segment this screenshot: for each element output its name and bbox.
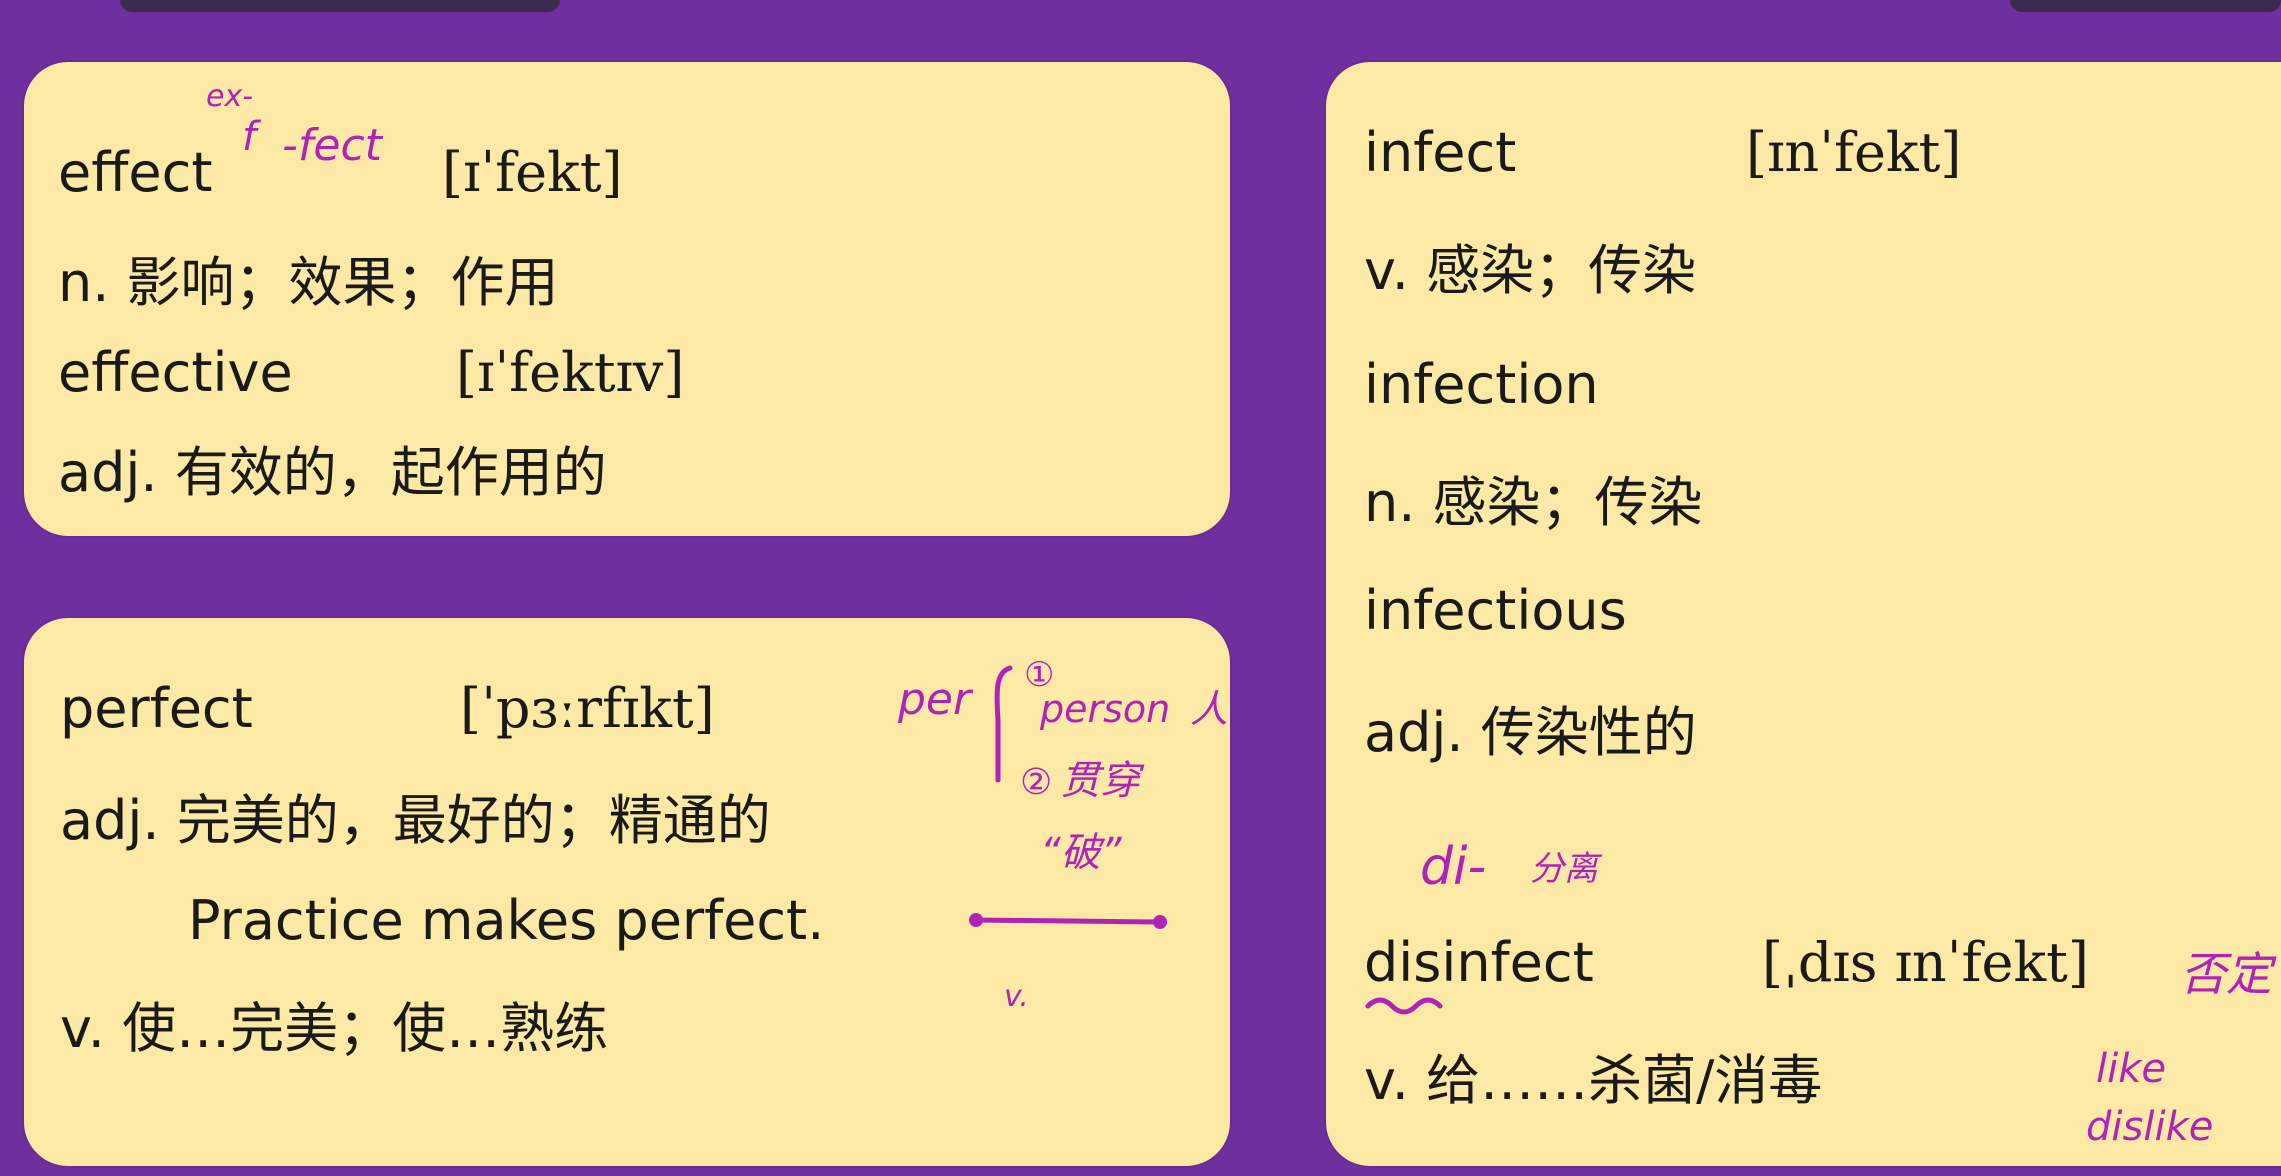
meaning-perfect-adj: adj. 完美的，最好的；精通的	[60, 789, 771, 852]
meaning-disinfect: v. 给……杀菌/消毒	[1364, 1049, 1823, 1112]
card-effect: effect [ɪˈfekt] n. 影响；效果；作用 effective [ɪ…	[24, 62, 1230, 536]
meaning-infection: n. 感染；传染	[1364, 471, 1703, 534]
card-infect: infect [ɪnˈfekt] v. 感染；传染 infection n. 感…	[1326, 62, 2281, 1166]
meaning-effect: n. 影响；效果；作用	[58, 251, 559, 314]
word-effect: effect	[58, 141, 213, 204]
card-perfect: perfect [ˈpɜːrfɪkt] adj. 完美的，最好的；精通的 Pra…	[24, 618, 1230, 1166]
meaning-infect: v. 感染；传染	[1364, 239, 1697, 302]
top-bar-right	[2010, 0, 2281, 12]
phonetic-perfect: [ˈpɜːrfɪkt]	[460, 677, 715, 740]
word-infection: infection	[1364, 353, 1599, 416]
word-perfect: perfect	[60, 677, 253, 740]
example-sentence: Practice makes perfect.	[188, 889, 825, 952]
phonetic-disinfect: [ˌdɪs ɪnˈfekt]	[1762, 931, 2089, 994]
phonetic-effect: [ɪˈfekt]	[442, 141, 623, 204]
phonetic-infect: [ɪnˈfekt]	[1746, 121, 1962, 184]
meaning-effective: adj. 有效的，起作用的	[58, 441, 607, 504]
word-infectious: infectious	[1364, 579, 1627, 642]
meaning-infectious: adj. 传染性的	[1364, 701, 1697, 764]
top-bar-left	[120, 0, 560, 12]
meaning-perfect-v: v. 使…完美；使…熟练	[60, 997, 609, 1060]
phonetic-effective: [ɪˈfektɪv]	[456, 341, 685, 404]
word-infect: infect	[1364, 121, 1517, 184]
word-effective: effective	[58, 341, 293, 404]
word-disinfect: disinfect	[1364, 931, 1594, 994]
